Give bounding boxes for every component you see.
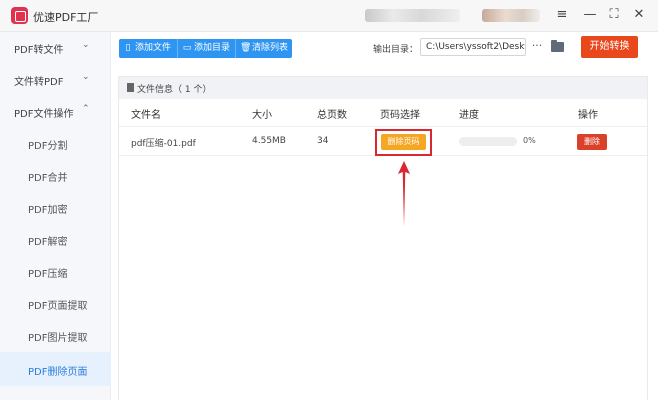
file-size: 4.55MB bbox=[252, 136, 286, 146]
minimize-icon[interactable]: — bbox=[580, 6, 600, 24]
maximize-icon[interactable]: ⛶ bbox=[604, 6, 624, 24]
column-header-action: 操作 bbox=[578, 110, 598, 121]
blurred-user-avatar bbox=[482, 9, 540, 22]
panel-title: 文件信息（ 1 个） bbox=[137, 85, 212, 95]
clear-list-button[interactable]: 🗑清除列表 bbox=[235, 39, 292, 58]
chevron-down-icon: ⌄ bbox=[82, 72, 90, 82]
clear-list-label: 清除列表 bbox=[252, 43, 289, 53]
add-directory-button[interactable]: ▭ 添加目录 bbox=[177, 39, 235, 58]
file-list-panel: 文件信息（ 1 个） 文件名 大小 总页数 页码选择 进度 操作 pdf压缩-0… bbox=[118, 76, 648, 400]
add-file-icon: ▯ bbox=[125, 43, 131, 53]
add-directory-label: 添加目录 bbox=[194, 43, 231, 53]
sidebar-item-pdf-merge[interactable]: PDF合并 bbox=[0, 160, 111, 190]
sidebar-group-label: 文件转PDF bbox=[14, 77, 64, 88]
progress-percent: 0% bbox=[523, 136, 536, 145]
title-bar: 优速PDF工厂 ≡ — ⛶ ✕ bbox=[0, 0, 658, 32]
delete-row-button[interactable]: 删除 bbox=[577, 134, 607, 150]
folder-outline-icon: ▭ bbox=[182, 43, 192, 53]
sidebar-item-label: PDF图片提取 bbox=[28, 333, 88, 344]
menu-icon[interactable]: ≡ bbox=[552, 6, 572, 24]
chevron-up-icon: ⌃ bbox=[82, 104, 90, 114]
folder-icon[interactable] bbox=[551, 40, 564, 52]
sidebar-item-label: PDF加密 bbox=[28, 205, 68, 216]
chevron-down-icon: ⌄ bbox=[82, 40, 90, 50]
sidebar-item-pdf-decrypt[interactable]: PDF解密 bbox=[0, 224, 111, 254]
sidebar-item-label: PDF分割 bbox=[28, 141, 68, 152]
sidebar-item-pdf-split[interactable]: PDF分割 bbox=[0, 128, 111, 158]
table-row: pdf压缩-01.pdf 4.55MB 34 删除页码 0% 删除 bbox=[119, 126, 647, 156]
sidebar-item-label: PDF删除页面 bbox=[28, 367, 88, 378]
sidebar-group-pdf-operations[interactable]: PDF文件操作 ⌃ bbox=[0, 96, 111, 126]
sidebar-group-pdf-to-file[interactable]: PDF转文件 ⌄ bbox=[0, 32, 111, 62]
app-logo-icon bbox=[11, 7, 28, 24]
column-header-size: 大小 bbox=[252, 110, 272, 121]
sidebar-item-pdf-delete-pages[interactable]: PDF删除页面 bbox=[0, 352, 111, 386]
close-icon[interactable]: ✕ bbox=[629, 6, 649, 24]
more-options-button[interactable]: ··· bbox=[530, 38, 544, 56]
add-file-button[interactable]: ▯ 添加文件 bbox=[119, 39, 177, 58]
sidebar-item-label: PDF合并 bbox=[28, 173, 68, 184]
sidebar-item-label: PDF压缩 bbox=[28, 269, 68, 280]
annotation-arrow-icon bbox=[398, 161, 410, 227]
sidebar-group-label: PDF转文件 bbox=[14, 45, 64, 56]
sidebar-item-pdf-encrypt[interactable]: PDF加密 bbox=[0, 192, 111, 222]
file-name: pdf压缩-01.pdf bbox=[131, 139, 196, 149]
sidebar-item-pdf-compress[interactable]: PDF压缩 bbox=[0, 256, 111, 286]
blurred-account-info bbox=[365, 9, 460, 22]
column-header-progress: 进度 bbox=[459, 110, 479, 121]
column-header-filename: 文件名 bbox=[131, 110, 161, 121]
sidebar: PDF转文件 ⌄ 文件转PDF ⌄ PDF文件操作 ⌃ PDF分割 PDF合并 … bbox=[0, 32, 111, 400]
sidebar-group-label: PDF文件操作 bbox=[14, 109, 74, 120]
column-header-page-select: 页码选择 bbox=[380, 110, 420, 121]
add-file-label: 添加文件 bbox=[135, 43, 172, 53]
sidebar-item-label: PDF页面提取 bbox=[28, 301, 88, 312]
progress-bar bbox=[459, 137, 517, 146]
sidebar-item-pdf-page-extract[interactable]: PDF页面提取 bbox=[0, 288, 111, 318]
sidebar-item-label: PDF解密 bbox=[28, 237, 68, 248]
file-total-pages: 34 bbox=[317, 136, 329, 146]
start-convert-button[interactable]: 开始转换 bbox=[581, 36, 638, 58]
output-dir-label: 输出目录： bbox=[373, 45, 419, 55]
column-header-total-pages: 总页数 bbox=[317, 110, 347, 121]
panel-header: 文件信息（ 1 个） bbox=[119, 77, 647, 99]
sidebar-group-file-to-pdf[interactable]: 文件转PDF ⌄ bbox=[0, 64, 111, 94]
delete-pages-select-button[interactable]: 删除页码 bbox=[381, 134, 426, 150]
document-icon bbox=[127, 83, 134, 92]
sidebar-item-pdf-image-extract[interactable]: PDF图片提取 bbox=[0, 320, 111, 350]
trash-icon: 🗑 bbox=[240, 43, 252, 53]
app-title: 优速PDF工厂 bbox=[33, 11, 99, 24]
output-dir-field[interactable]: C:\Users\yssoft2\Deskt bbox=[420, 38, 526, 56]
